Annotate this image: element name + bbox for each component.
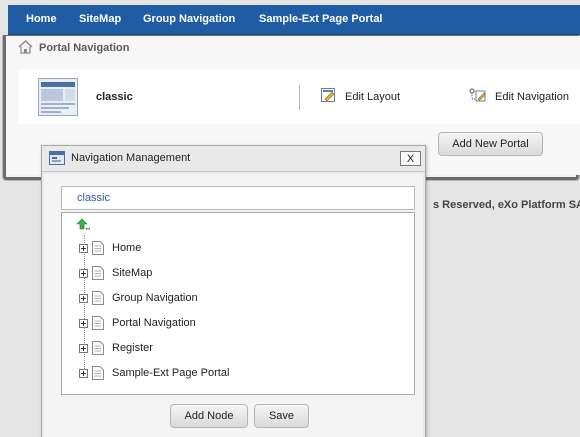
- tree-item-portal-navigation[interactable]: Portal Navigation: [79, 315, 196, 331]
- page-icon: [92, 316, 104, 330]
- window-icon: [49, 151, 65, 168]
- add-new-portal-button[interactable]: Add New Portal: [438, 132, 543, 156]
- edit-layout-label: Edit Layout: [345, 90, 401, 103]
- breadcrumb-label: Portal Navigation: [39, 42, 130, 54]
- tree-item-register[interactable]: Register: [79, 340, 153, 356]
- nav-item-home[interactable]: Home: [26, 13, 57, 25]
- tree-item-sitemap[interactable]: SiteMap: [79, 265, 152, 281]
- edit-layout-button[interactable]: Edit Layout: [321, 88, 400, 105]
- portal-row: classic Edit Layout Edit Navigation: [18, 70, 580, 124]
- edit-navigation-button[interactable]: Edit Navigation: [469, 88, 569, 105]
- expand-icon[interactable]: [79, 343, 88, 353]
- expand-icon[interactable]: [79, 293, 88, 303]
- page-icon: [92, 366, 104, 380]
- dialog-title: Navigation Management: [71, 152, 191, 164]
- portal-selector[interactable]: classic: [61, 186, 415, 210]
- divider: [299, 85, 300, 110]
- page-icon: [92, 266, 104, 280]
- portal-thumbnail: [38, 78, 78, 116]
- dialog-body: classic Home SiteMap Group Navigation Po…: [44, 174, 423, 437]
- close-icon: X: [406, 152, 415, 165]
- edit-navigation-icon: [469, 88, 487, 105]
- page-icon: [92, 341, 104, 355]
- edit-layout-icon: [321, 88, 337, 105]
- tree-item-group-navigation[interactable]: Group Navigation: [79, 290, 198, 306]
- expand-icon[interactable]: [79, 318, 88, 328]
- edit-navigation-label: Edit Navigation: [495, 90, 569, 103]
- tree-item-label: Home: [112, 242, 142, 254]
- close-button[interactable]: X: [400, 151, 421, 166]
- navigation-tree: Home SiteMap Group Navigation Portal Nav…: [61, 212, 415, 395]
- save-button[interactable]: Save: [254, 404, 309, 428]
- breadcrumb: Portal Navigation: [18, 39, 130, 57]
- top-navigation-bar: Home SiteMap Group Navigation Sample-Ext…: [8, 5, 580, 35]
- page-icon: [92, 241, 104, 255]
- add-node-button[interactable]: Add Node: [170, 404, 248, 428]
- navigation-management-dialog: Navigation Management X classic Home Sit…: [41, 145, 426, 437]
- tree-item-label: Sample-Ext Page Portal: [112, 367, 230, 379]
- home-icon: [18, 39, 33, 57]
- nav-item-group-navigation[interactable]: Group Navigation: [143, 13, 235, 25]
- nav-item-sitemap[interactable]: SiteMap: [79, 13, 121, 25]
- tree-item-label: Portal Navigation: [112, 317, 196, 329]
- level-up-icon[interactable]: [76, 218, 92, 234]
- expand-icon[interactable]: [79, 368, 88, 378]
- tree-item-home[interactable]: Home: [79, 240, 141, 256]
- tree-item-label: Group Navigation: [112, 292, 198, 304]
- portal-name: classic: [96, 91, 133, 103]
- expand-icon[interactable]: [79, 268, 88, 278]
- tree-item-sample-ext-page-portal[interactable]: Sample-Ext Page Portal: [79, 365, 229, 381]
- page-icon: [92, 291, 104, 305]
- nav-item-sample-ext-page-portal[interactable]: Sample-Ext Page Portal: [259, 13, 383, 25]
- footer-copyright: s Reserved, eXo Platform SA: [433, 199, 580, 211]
- expand-icon[interactable]: [79, 243, 88, 253]
- tree-item-label: SiteMap: [112, 267, 153, 279]
- dialog-title-bar[interactable]: Navigation Management X: [42, 146, 425, 172]
- tree-item-label: Register: [112, 342, 153, 354]
